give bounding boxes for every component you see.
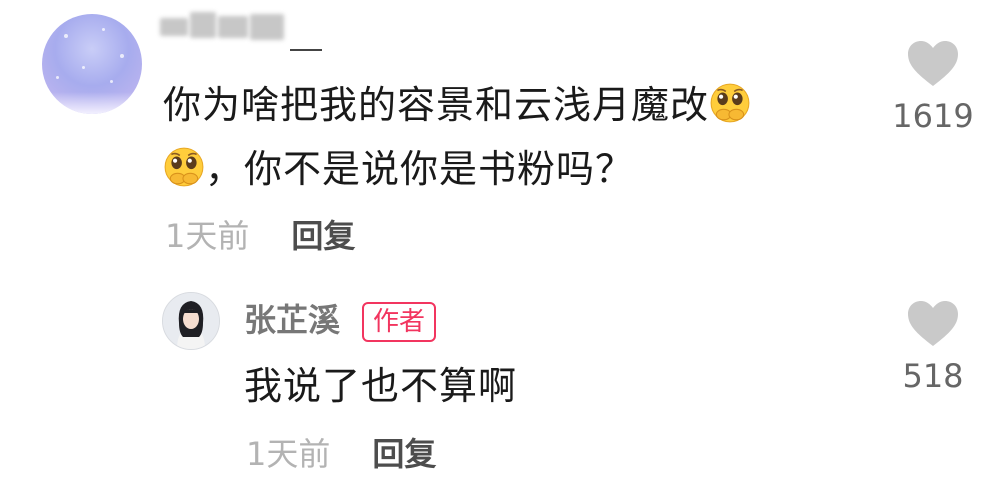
comment-text-line2: ，你不是说你是书粉吗？ [205,147,635,191]
comment-timestamp: 1天前 [165,217,250,255]
comment-text-second-line: ，你不是说你是书粉吗？ [163,146,634,191]
pleading-face-hands-over-mouth-icon [710,83,750,123]
username-underline [290,49,322,51]
author-avatar[interactable] [162,292,220,350]
reply-timestamp: 1天前 [246,435,331,473]
heart-icon[interactable] [906,40,960,88]
comment-meta: 1天前 回复 [165,216,355,256]
author-badge: 作者 [362,302,437,342]
reply-meta: 1天前 回复 [246,434,436,474]
reply-text: 我说了也不算啊 [244,364,518,408]
like-count: 1619 [892,97,974,135]
commenter-username-obscured[interactable] [160,10,295,44]
reply-to-reply-button[interactable]: 回复 [372,435,436,473]
author-username[interactable]: 张芷溪 [244,300,340,340]
commenter-avatar[interactable] [42,14,142,114]
comment-text: 你为啥把我的容景和云浅月魔改 [163,82,751,127]
reply-like-count: 518 [902,357,964,395]
reply-like-button[interactable]: 518 [883,300,983,396]
comment-like-button[interactable]: 1619 [883,40,983,136]
comment-text-line1: 你为啥把我的容景和云浅月魔改 [163,83,710,127]
heart-icon[interactable] [906,300,960,348]
pleading-face-hands-over-mouth-icon [164,147,204,187]
reply-button[interactable]: 回复 [291,217,355,255]
